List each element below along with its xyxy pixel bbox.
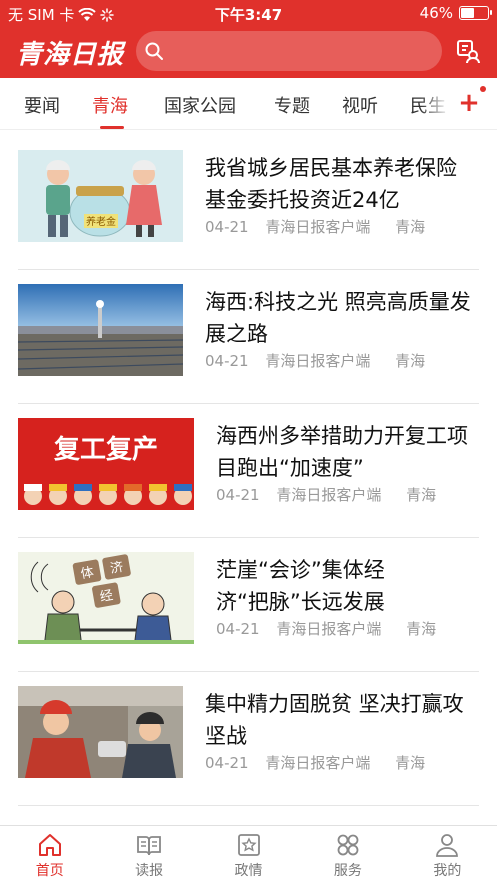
news-thumbnail [18,284,183,376]
nav-label: 读报 [135,863,164,879]
news-date: 04-21 [205,218,249,236]
user-icon [436,834,459,857]
tab-qinghai[interactable]: 青海 [92,92,128,118]
news-date: 04-21 [205,352,249,370]
badge-icon [237,834,260,856]
battery-icon [459,6,492,20]
news-date: 04-21 [216,620,260,638]
news-title: 海西州多举措助力开复工项目跑出“加速度” [216,424,468,480]
nav-label: 政情 [234,863,263,879]
news-thumbnail [18,686,183,778]
news-category: 青海 [395,754,426,772]
status-right: 46% [419,4,492,22]
account-switch-icon[interactable] [455,38,481,64]
thumb-char-2: 济 [109,560,124,577]
tab-special[interactable]: 专题 [274,92,310,118]
book-icon [137,836,162,856]
news-item-1[interactable]: 养老金 我省城乡居民基本养老保险基金委托投资近24亿 04-21 青海日报客户端… [18,136,479,270]
news-title: 海西:科技之光 照亮高质量发展之路 [205,290,471,346]
app-logo: 青海日报 [16,40,125,70]
tab-video[interactable]: 视听 [342,92,378,118]
news-thumbnail: 养老金 [18,150,183,242]
bottom-nav: 首页 读报 政情 服务 我的 [0,825,497,883]
news-category: 青海 [406,620,437,638]
nav-label: 我的 [433,863,462,879]
news-meta: 04-21 青海日报客户端 青海 [205,350,437,371]
channel-tabs: 要闻 青海 国家公园 专题 视听 民生 + [0,78,497,130]
news-date: 04-21 [205,754,249,772]
news-thumbnail: 体 济 经 [18,552,194,644]
nav-politics[interactable]: 政情 [199,826,298,883]
news-meta: 04-21 青海日报客户端 青海 [205,752,437,773]
news-source: 青海日报客户端 [265,352,371,370]
tab-national-park[interactable]: 国家公园 [164,92,236,118]
news-meta: 04-21 青海日报客户端 青海 [216,484,448,505]
news-item-5[interactable]: 集中精力固脱贫 坚决打赢攻坚战 04-21 青海日报客户端 青海 [18,672,479,806]
news-title: 我省城乡居民基本养老保险基金委托投资近24亿 [205,156,457,212]
news-source: 青海日报客户端 [276,486,382,504]
news-source: 青海日报客户端 [265,218,371,236]
status-bar: 无 SIM 卡 下午3:47 46% [0,0,497,28]
battery-fill [461,8,474,18]
news-item-4[interactable]: 体 济 经 茫崖“会诊”集体经济“把脉”长远发展 04-21 青海日报客户端 青… [18,538,479,672]
nav-profile[interactable]: 我的 [398,826,497,883]
news-category: 青海 [395,218,426,236]
news-category: 青海 [406,486,437,504]
search-box[interactable] [136,31,442,71]
news-title: 茫崖“会诊”集体经济“把脉”长远发展 [216,558,385,614]
nav-label: 首页 [35,863,64,879]
news-meta: 04-21 青海日报客户端 青海 [216,618,448,639]
add-channel-button[interactable]: + [454,86,484,120]
battery-percent: 46% [419,4,453,22]
tab-fade [420,78,450,128]
nav-home[interactable]: 首页 [0,826,99,883]
nav-label: 服务 [333,863,362,879]
news-thumbnail: 复工复产 [18,418,194,510]
grid-icon [337,834,359,856]
home-icon [38,834,61,856]
search-icon [145,42,163,60]
news-title: 集中精力固脱贫 坚决打赢攻坚战 [205,692,464,748]
news-item-2[interactable]: 海西:科技之光 照亮高质量发展之路 04-21 青海日报客户端 青海 [18,270,479,404]
thumb-fugong-text: 复工复产 [54,435,158,465]
news-meta: 04-21 青海日报客户端 青海 [205,216,437,237]
search-input[interactable] [172,39,432,63]
news-item-3[interactable]: 复工复产 海西州多举措助力开复工项目跑出“加速度” 04-21 青海日报客户端 … [18,404,479,538]
news-category: 青海 [395,352,426,370]
nav-services[interactable]: 服务 [298,826,397,883]
tab-yaowen[interactable]: 要闻 [24,92,60,118]
thumb-char-3: 经 [99,588,114,605]
jar-label: 养老金 [86,215,116,228]
app-header: 青海日报 [0,28,497,78]
active-tab-indicator [100,126,124,129]
news-date: 04-21 [216,486,260,504]
thumb-char-1: 体 [80,565,95,582]
news-source: 青海日报客户端 [265,754,371,772]
news-source: 青海日报客户端 [276,620,382,638]
nav-read-paper[interactable]: 读报 [99,826,198,883]
notification-dot [480,86,486,92]
